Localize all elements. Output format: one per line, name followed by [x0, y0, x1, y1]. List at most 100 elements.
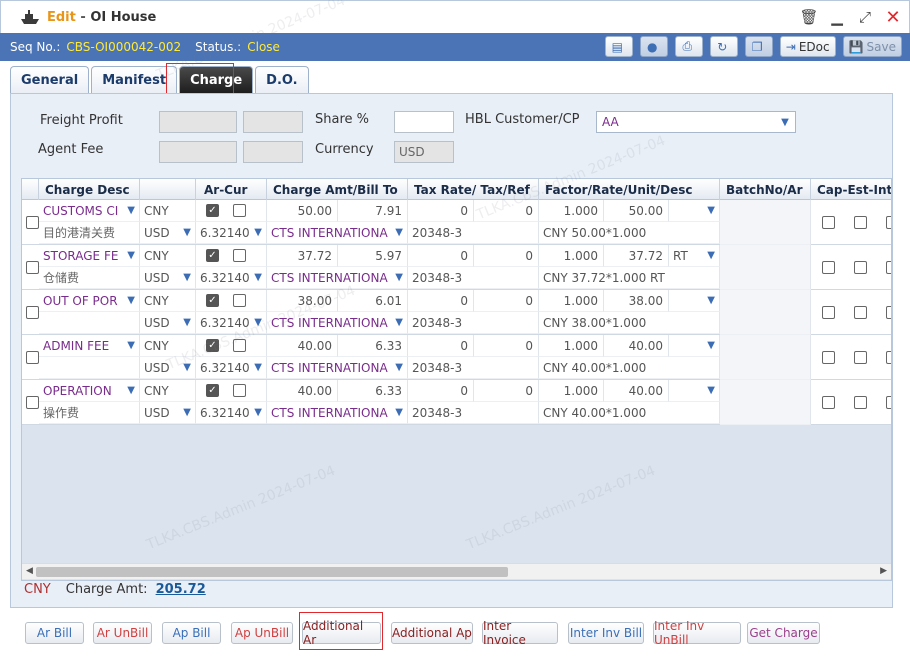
charge-amount[interactable]: 38.00 — [267, 290, 338, 312]
freight-profit-field-2[interactable] — [243, 111, 303, 133]
factor[interactable]: 1.000 — [539, 290, 604, 312]
ar-currency-select[interactable]: USD ▼ — [140, 267, 196, 289]
ap-bill-button[interactable]: Ap Bill — [162, 622, 221, 644]
inter-invoice-button[interactable]: Inter Invoice — [482, 619, 558, 647]
table-row[interactable]: STORAGE FE ▼ 仓储费 CNY USD ▼ ✓ 6.32140 ▼ 37.7… — [22, 245, 891, 290]
bill-to-select[interactable]: CTS INTERNATIONA ▼ — [267, 267, 408, 289]
ar-checkbox[interactable]: ✓ — [206, 249, 219, 262]
ar-currency-select[interactable]: USD ▼ — [140, 312, 196, 334]
unit-select[interactable]: RT ▼ — [669, 245, 720, 267]
table-row[interactable]: OUT OF POR ▼ CNY USD ▼ ✓ 6.32140 ▼ 38.00 6.… — [22, 290, 891, 335]
tax-rate[interactable]: 0 — [408, 200, 474, 222]
charge-desc-select[interactable]: CUSTOMS CI ▼ — [39, 200, 140, 222]
exchange-rate-select[interactable]: 6.32140 ▼ — [196, 267, 267, 289]
tax-amount[interactable]: 0 — [474, 200, 539, 222]
cap-checkbox[interactable] — [822, 306, 835, 319]
charge-amount[interactable]: 40.00 — [267, 335, 338, 357]
cap-checkbox[interactable] — [822, 396, 835, 409]
currency-field[interactable]: USD — [394, 141, 454, 163]
globe-button[interactable]: ● — [639, 36, 668, 57]
unit-rate[interactable]: 50.00 — [604, 200, 669, 222]
print-button[interactable]: ⎙ — [674, 36, 703, 57]
est-checkbox[interactable] — [854, 261, 867, 274]
bill-to-select[interactable]: CTS INTERNATIONA ▼ — [267, 402, 408, 424]
share-field[interactable] — [394, 111, 454, 133]
factor[interactable]: 1.000 — [539, 335, 604, 357]
copy-button[interactable]: ❐ — [744, 36, 773, 57]
header-charge-amt[interactable]: Charge Amt/Bill To — [267, 179, 408, 200]
additional-ar-button[interactable]: Additional Ar — [302, 619, 381, 647]
unit-rate[interactable]: 40.00 — [604, 380, 669, 402]
cur-checkbox[interactable] — [233, 294, 246, 307]
cur-checkbox[interactable] — [233, 339, 246, 352]
exchange-rate-select[interactable]: 6.32140 ▼ — [196, 312, 267, 334]
tax-amount[interactable]: 0 — [474, 380, 539, 402]
cur-checkbox[interactable] — [233, 384, 246, 397]
save-button[interactable]: 💾 Save — [842, 36, 902, 57]
row-checkbox[interactable] — [26, 261, 39, 274]
unit-select[interactable]: ▼ — [669, 380, 720, 402]
tax-rate[interactable]: 0 — [408, 245, 474, 267]
tax-amount[interactable]: 0 — [474, 245, 539, 267]
document-button[interactable]: ▤ — [604, 36, 633, 57]
tax-rate[interactable]: 0 — [408, 380, 474, 402]
charge-desc-select[interactable]: STORAGE FE ▼ — [39, 245, 140, 267]
maximize-icon[interactable]: ⤢ — [857, 8, 873, 26]
unit-select[interactable]: ▼ — [669, 335, 720, 357]
factor[interactable]: 1.000 — [539, 200, 604, 222]
minimize-icon[interactable]: ▁ — [829, 8, 845, 26]
edoc-button[interactable]: ⇥ EDoc — [779, 36, 836, 57]
factor[interactable]: 1.000 — [539, 380, 604, 402]
tax-amount[interactable]: 0 — [474, 335, 539, 357]
header-charge-desc[interactable]: Charge Desc — [39, 179, 140, 200]
inter-checkbox[interactable] — [886, 306, 891, 319]
charge-amount[interactable]: 37.72 — [267, 245, 338, 267]
row-checkbox[interactable] — [26, 351, 39, 364]
get-charge-button[interactable]: Get Charge — [747, 622, 820, 644]
table-row[interactable]: CUSTOMS CI ▼ 目的港清关费 CNY USD ▼ ✓ 6.32140 ▼ 5… — [22, 200, 891, 245]
close-icon[interactable]: ✕ — [885, 7, 901, 28]
est-checkbox[interactable] — [854, 351, 867, 364]
scroll-right-icon[interactable]: ▶ — [880, 566, 887, 576]
charge-desc-select[interactable]: ADMIN FEE ▼ — [39, 335, 140, 357]
row-checkbox[interactable] — [26, 396, 39, 409]
bill-to-select[interactable]: CTS INTERNATIONA ▼ — [267, 357, 408, 379]
tab-do[interactable]: D.O. — [255, 66, 309, 94]
header-tax[interactable]: Tax Rate/ Tax/Ref — [408, 179, 539, 200]
cur-checkbox[interactable] — [233, 204, 246, 217]
header-batch[interactable]: BatchNo/Ar — [720, 179, 811, 200]
tax-amount[interactable]: 0 — [474, 290, 539, 312]
unit-rate[interactable]: 37.72 — [604, 245, 669, 267]
additional-ap-button[interactable]: Additional Ap — [391, 622, 473, 644]
charge-amount[interactable]: 40.00 — [267, 380, 338, 402]
cap-checkbox[interactable] — [822, 261, 835, 274]
ar-currency-select[interactable]: USD ▼ — [140, 357, 196, 379]
tax-rate[interactable]: 0 — [408, 290, 474, 312]
ar-checkbox[interactable]: ✓ — [206, 384, 219, 397]
tab-manifest[interactable]: Manifest — [91, 66, 178, 94]
ar-bill-button[interactable]: Ar Bill — [25, 622, 84, 644]
charge-amount[interactable]: 50.00 — [267, 200, 338, 222]
exchange-rate-select[interactable]: 6.32140 ▼ — [196, 357, 267, 379]
inter-checkbox[interactable] — [886, 396, 891, 409]
scroll-left-icon[interactable]: ◀ — [26, 566, 33, 576]
row-checkbox[interactable] — [26, 216, 39, 229]
ar-checkbox[interactable]: ✓ — [206, 339, 219, 352]
cur-checkbox[interactable] — [233, 249, 246, 262]
inter-inv-bill-button[interactable]: Inter Inv Bill — [568, 622, 644, 644]
unit-select[interactable]: ▼ — [669, 290, 720, 312]
ar-checkbox[interactable]: ✓ — [206, 294, 219, 307]
inter-inv-unbill-button[interactable]: Inter Inv UnBill — [653, 619, 741, 647]
bill-to-select[interactable]: CTS INTERNATIONA ▼ — [267, 222, 408, 244]
ar-unbill-button[interactable]: Ar UnBill — [93, 622, 152, 644]
charge-amt-value[interactable]: 205.72 — [156, 582, 206, 597]
exchange-rate-select[interactable]: 6.32140 ▼ — [196, 402, 267, 424]
tab-charge[interactable]: Charge — [179, 66, 254, 94]
unit-select[interactable]: ▼ — [669, 200, 720, 222]
est-checkbox[interactable] — [854, 396, 867, 409]
hbl-customer-select[interactable]: AA ▼ — [596, 111, 796, 133]
unit-rate[interactable]: 40.00 — [604, 335, 669, 357]
charge-desc-select[interactable]: OPERATION ▼ — [39, 380, 140, 402]
tab-general[interactable]: General — [10, 66, 90, 94]
scroll-thumb[interactable] — [36, 567, 508, 577]
